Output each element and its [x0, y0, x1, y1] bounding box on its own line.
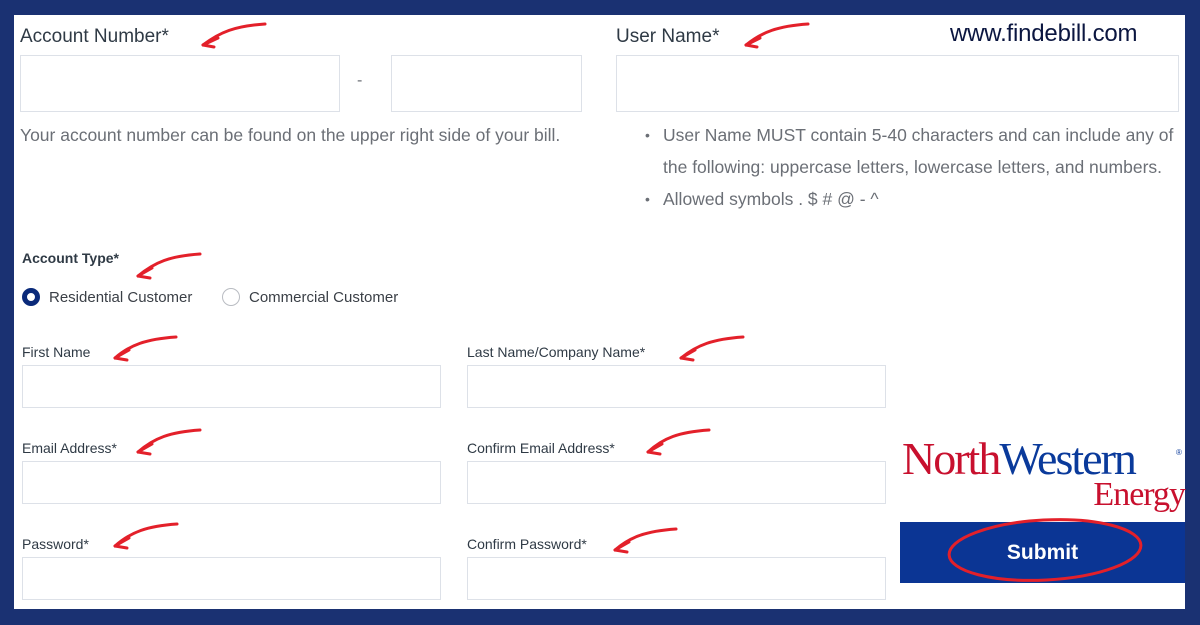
account-number-help: Your account number can be found on the …	[20, 125, 561, 145]
radio-unselected-icon[interactable]	[222, 288, 240, 306]
user-name-rule: Allowed symbols . $ # @ - ^	[645, 183, 1185, 215]
radio-residential[interactable]: Residential Customer	[22, 288, 222, 308]
email-input[interactable]	[22, 461, 441, 504]
user-name-rule: User Name MUST contain 5-40 characters a…	[645, 119, 1185, 183]
confirm-password-input[interactable]	[467, 557, 886, 600]
email-label: Email Address*	[22, 440, 117, 456]
radio-selected-icon[interactable]	[22, 288, 40, 306]
radio-commercial[interactable]: Commercial Customer	[222, 288, 422, 308]
account-type-label: Account Type*	[22, 250, 119, 266]
radio-residential-label: Residential Customer	[49, 289, 193, 306]
watermark: www.findebill.com	[950, 20, 1138, 47]
account-number-part2-input[interactable]	[391, 55, 582, 112]
account-number-label: Account Number*	[20, 26, 169, 47]
account-number-part1-input[interactable]	[20, 55, 340, 112]
password-input[interactable]	[22, 557, 441, 600]
northwestern-energy-logo: NorthWestern ® Energy	[902, 433, 1186, 526]
first-name-label: First Name	[22, 344, 91, 360]
confirm-email-input[interactable]	[467, 461, 886, 504]
confirm-password-label: Confirm Password*	[467, 536, 587, 552]
confirm-email-label: Confirm Email Address*	[467, 440, 615, 456]
logo-north-text: North	[902, 433, 1001, 484]
logo-energy-text: Energy	[1093, 476, 1186, 513]
first-name-input[interactable]	[22, 365, 441, 408]
user-name-input[interactable]	[616, 55, 1179, 112]
user-name-label: User Name*	[616, 26, 720, 47]
radio-commercial-label: Commercial Customer	[249, 289, 399, 306]
user-name-rules: User Name MUST contain 5-40 characters a…	[645, 119, 1185, 215]
submit-button[interactable]: Submit	[900, 522, 1185, 583]
last-name-label: Last Name/Company Name*	[467, 344, 646, 360]
registered-mark: ®	[1176, 448, 1182, 457]
password-label: Password*	[22, 536, 89, 552]
account-number-separator: -	[357, 72, 363, 89]
last-name-input[interactable]	[467, 365, 886, 408]
